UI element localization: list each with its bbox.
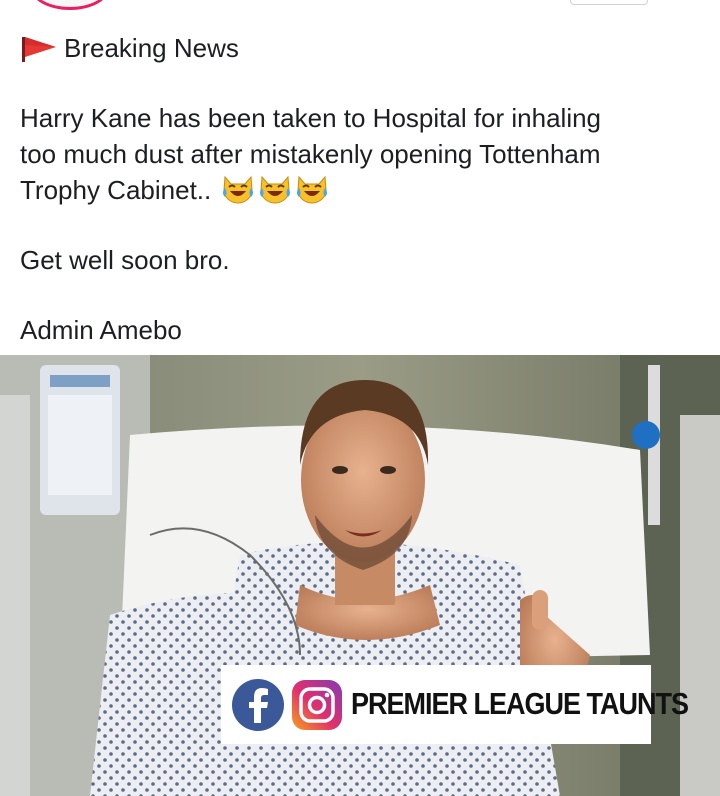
cat-tears-of-joy-icon [221, 173, 255, 205]
header-button[interactable] [570, 0, 648, 5]
page-avatar[interactable] [30, 0, 110, 10]
facebook-icon [231, 678, 285, 732]
post-text: Breaking News Harry Kane has been taken … [20, 28, 710, 348]
instagram-icon [291, 679, 343, 731]
headline: Breaking News [20, 28, 710, 68]
signature: Admin Amebo [20, 315, 182, 345]
body-line: Harry Kane has been taken to Hospital fo… [20, 103, 602, 133]
cat-tears-of-joy-icon [258, 173, 292, 205]
body-line-last: Trophy Cabinet.. [20, 172, 710, 208]
get-well-line: Get well soon bro. [20, 245, 230, 275]
triangular-red-flag-icon [20, 34, 58, 62]
premier-league-taunts-watermark: PREMIER LEAGUE TAUNTS [221, 665, 689, 744]
watermark-text: PREMIER LEAGUE TAUNTS [351, 687, 689, 721]
cat-tears-of-joy-icon [295, 173, 329, 205]
body-line: too much dust after mistakenly opening T… [20, 139, 601, 169]
body-paragraph: Harry Kane has been taken to Hospital fo… [20, 100, 710, 208]
post-header-remnant [0, 0, 720, 18]
headline-text: Breaking News [64, 33, 239, 63]
body-line: Trophy Cabinet.. [20, 175, 212, 205]
